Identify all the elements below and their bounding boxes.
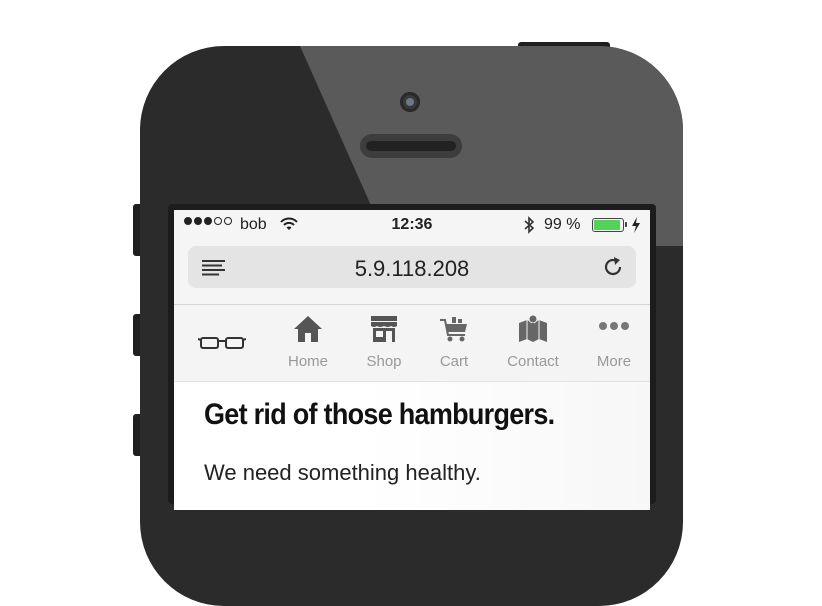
home-icon <box>292 313 324 350</box>
nav-item-home[interactable]: Home <box>280 305 336 381</box>
front-camera <box>400 92 420 112</box>
earpiece-speaker <box>360 134 462 158</box>
page-subheading: We need something healthy. <box>204 460 481 485</box>
nav-item-label: More <box>596 353 632 370</box>
phone-screen: bob 12:36 99 % 5.9.118.208 Home Shop Car… <box>174 210 650 510</box>
site-navigation: Home Shop Cart Contact More <box>174 305 650 382</box>
cart-icon <box>438 313 470 350</box>
reload-icon[interactable] <box>602 256 624 283</box>
bluetooth-icon <box>523 216 535 239</box>
map-icon <box>517 313 549 350</box>
nav-item-more[interactable]: More <box>592 305 636 381</box>
battery-percentage: 99 % <box>544 216 581 233</box>
url-text[interactable]: 5.9.118.208 <box>188 256 636 282</box>
browser-toolbar: 5.9.118.208 <box>174 240 650 305</box>
nav-item-contact[interactable]: Contact <box>504 305 562 381</box>
nav-item-label: Contact <box>507 353 559 370</box>
battery-icon <box>592 218 627 232</box>
shop-icon <box>368 313 400 350</box>
charging-bolt-icon <box>631 217 641 238</box>
address-bar[interactable]: 5.9.118.208 <box>188 246 636 288</box>
nav-item-shop[interactable]: Shop <box>358 305 410 381</box>
nav-item-label: Home <box>287 353 328 370</box>
glasses-icon[interactable] <box>197 335 247 356</box>
page-content: Get rid of those hamburgers. We need som… <box>174 382 650 510</box>
page-headline: Get rid of those hamburgers. <box>204 398 555 431</box>
nav-item-cart[interactable]: Cart <box>432 305 476 381</box>
more-icon <box>598 319 630 338</box>
nav-item-label: Shop <box>366 353 402 370</box>
nav-item-label: Cart <box>439 353 469 370</box>
status-bar: bob 12:36 99 % <box>174 210 650 240</box>
